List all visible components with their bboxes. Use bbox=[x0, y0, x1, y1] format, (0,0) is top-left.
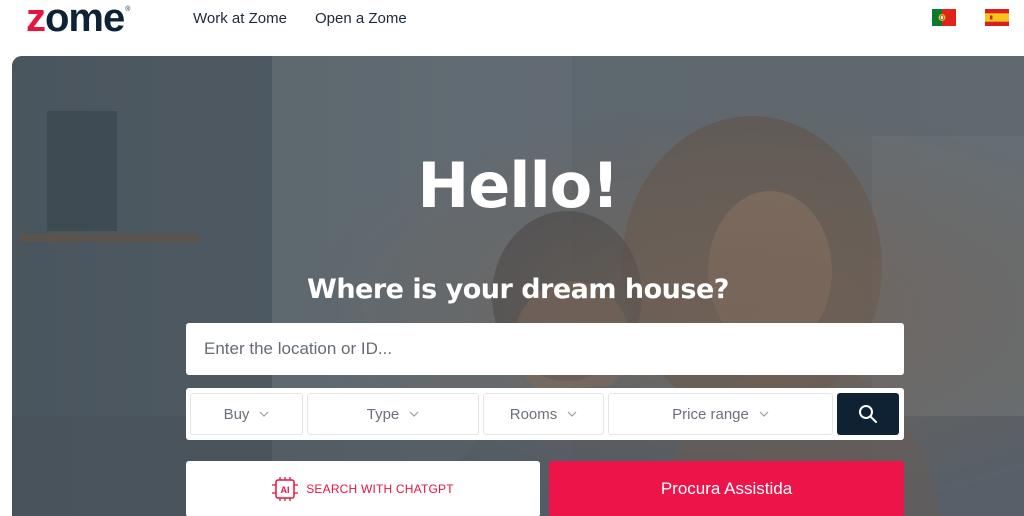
nav-work-at-zome[interactable]: Work at Zome bbox=[193, 10, 287, 27]
registered-mark: ® bbox=[125, 6, 131, 13]
price-range-dropdown[interactable]: Price range bbox=[608, 393, 833, 435]
hero-title: Hello! bbox=[417, 149, 619, 222]
procura-assistida-button[interactable]: Procura Assistida bbox=[549, 461, 904, 516]
zome-logo[interactable]: z ome ® bbox=[26, 0, 130, 38]
search-with-chatgpt-label: SEARCH WITH CHATGPT bbox=[306, 482, 454, 496]
search-button[interactable] bbox=[837, 393, 899, 435]
nav-open-a-zome[interactable]: Open a Zome bbox=[315, 10, 407, 27]
chevron-down-icon bbox=[259, 411, 269, 417]
logo-rest: ome bbox=[45, 0, 125, 40]
type-dropdown-label: Type bbox=[366, 405, 400, 423]
top-navigation: z ome ® Work at Zome Open a Zome bbox=[0, 0, 1024, 56]
filter-bar: Buy Type Rooms Price range bbox=[186, 388, 904, 440]
buy-dropdown-label: Buy bbox=[223, 405, 250, 423]
search-icon bbox=[859, 405, 877, 423]
logo-z: z bbox=[26, 0, 46, 40]
search-with-chatgpt-button[interactable]: AI SEARCH WITH CHATGPT bbox=[186, 461, 540, 516]
rooms-dropdown[interactable]: Rooms bbox=[483, 393, 604, 435]
chevron-down-icon bbox=[567, 411, 577, 417]
type-dropdown[interactable]: Type bbox=[307, 393, 479, 435]
price-range-label: Price range bbox=[672, 405, 749, 423]
chevron-down-icon bbox=[409, 411, 419, 417]
chevron-down-icon bbox=[759, 411, 769, 417]
spain-flag-icon[interactable] bbox=[985, 9, 1009, 26]
buy-dropdown[interactable]: Buy bbox=[190, 393, 303, 435]
rooms-dropdown-label: Rooms bbox=[509, 405, 558, 423]
hero-subtitle: Where is your dream house? bbox=[307, 274, 729, 305]
hero-section: Hello! Where is your dream house? Buy Ty… bbox=[12, 56, 1024, 516]
location-search-input[interactable] bbox=[186, 323, 904, 375]
ai-badge-text: AI bbox=[281, 485, 290, 495]
portugal-flag-icon[interactable] bbox=[932, 9, 956, 26]
ai-chip-icon: AI bbox=[272, 477, 299, 501]
